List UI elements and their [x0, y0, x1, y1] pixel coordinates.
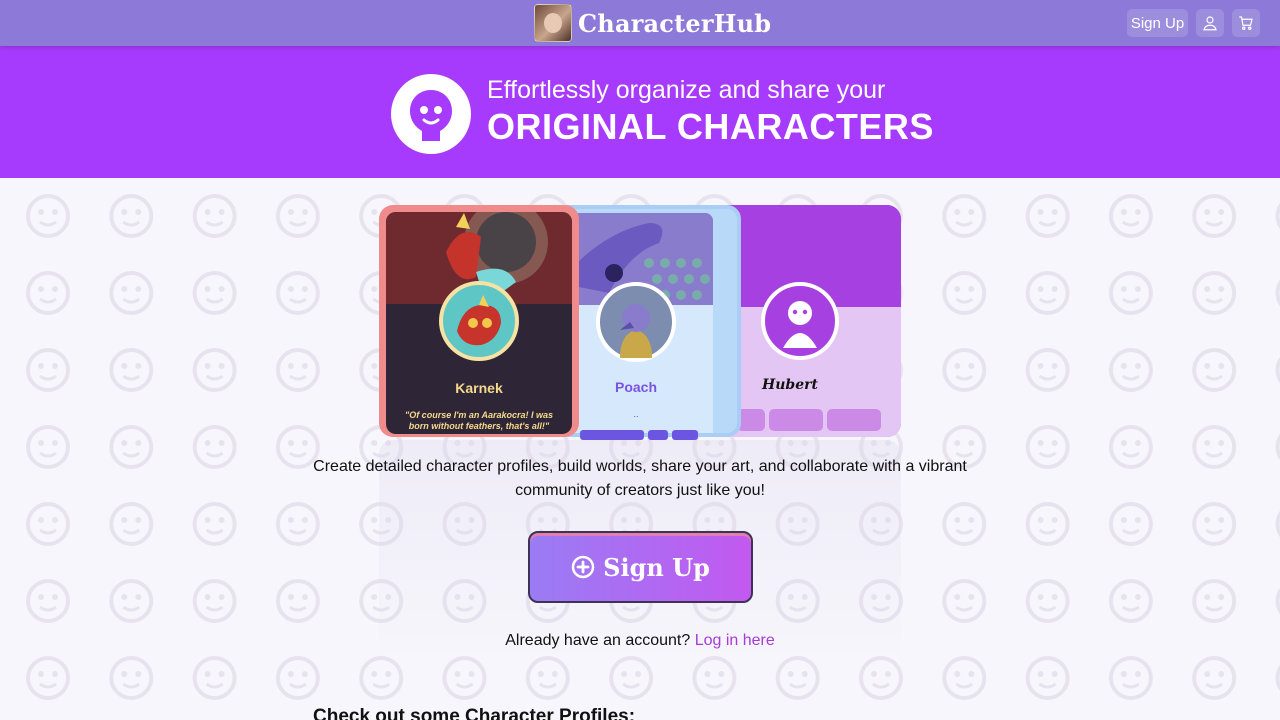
- login-link[interactable]: Log in here: [695, 632, 775, 649]
- section-title: Check out some Character Profiles:: [313, 706, 636, 720]
- character-card-karnek[interactable]: Karnek "Of course I'm an Aarakocra! I wa…: [379, 205, 579, 437]
- brand-name: CharacterHub: [578, 8, 772, 38]
- plus-circle-icon: [571, 555, 595, 579]
- character-card-poach[interactable]: Poach ..: [551, 205, 741, 437]
- login-prompt-text: Already have an account?: [505, 632, 691, 649]
- card-name-poach: Poach: [614, 379, 657, 395]
- tag[interactable]: [648, 430, 668, 440]
- header-signup-button[interactable]: Sign Up: [1127, 9, 1188, 37]
- tag[interactable]: [672, 430, 698, 440]
- top-navigation-bar: CharacterHub Sign Up: [0, 0, 1280, 46]
- karnek-avatar: [439, 281, 519, 361]
- account-button[interactable]: [1196, 9, 1224, 37]
- card-subtitle-poach: ..: [633, 409, 639, 419]
- signup-button-label: Sign Up: [603, 552, 710, 582]
- card-quote-karnek: "Of course I'm an Aarakocra! I was born …: [404, 410, 554, 431]
- cart-icon: [1239, 16, 1253, 30]
- like-button[interactable]: [827, 409, 881, 431]
- share-button[interactable]: [769, 409, 823, 431]
- poach-tags: [580, 430, 698, 440]
- card-name-karnek: Karnek: [455, 380, 503, 396]
- cart-button[interactable]: [1232, 9, 1260, 37]
- poach-avatar: [596, 282, 676, 362]
- user-icon: [1203, 16, 1217, 31]
- brand[interactable]: CharacterHub: [534, 4, 771, 42]
- hero-headline: ORIGINAL CHARACTERS: [487, 106, 934, 147]
- login-prompt: Already have an account? Log in here: [0, 632, 1280, 650]
- tag[interactable]: [580, 430, 644, 440]
- nav-actions: Sign Up: [1127, 9, 1260, 37]
- brand-logo-image: [534, 4, 572, 42]
- intro-description: Create detailed character profiles, buil…: [313, 458, 967, 499]
- card-inner: Karnek "Of course I'm an Aarakocra! I wa…: [386, 212, 572, 434]
- gallery-button[interactable]: [737, 409, 765, 431]
- character-card-showcase: Hubert Poach .. Karnek "Of course I'm an…: [379, 205, 901, 437]
- main-signup-button[interactable]: Sign Up: [528, 531, 753, 603]
- hero-banner: Effortlessly organize and share your ORI…: [0, 46, 1280, 178]
- smiley-face-icon: [391, 74, 471, 154]
- hero-tagline: Effortlessly organize and share your: [487, 76, 886, 104]
- hubert-avatar: [761, 282, 839, 360]
